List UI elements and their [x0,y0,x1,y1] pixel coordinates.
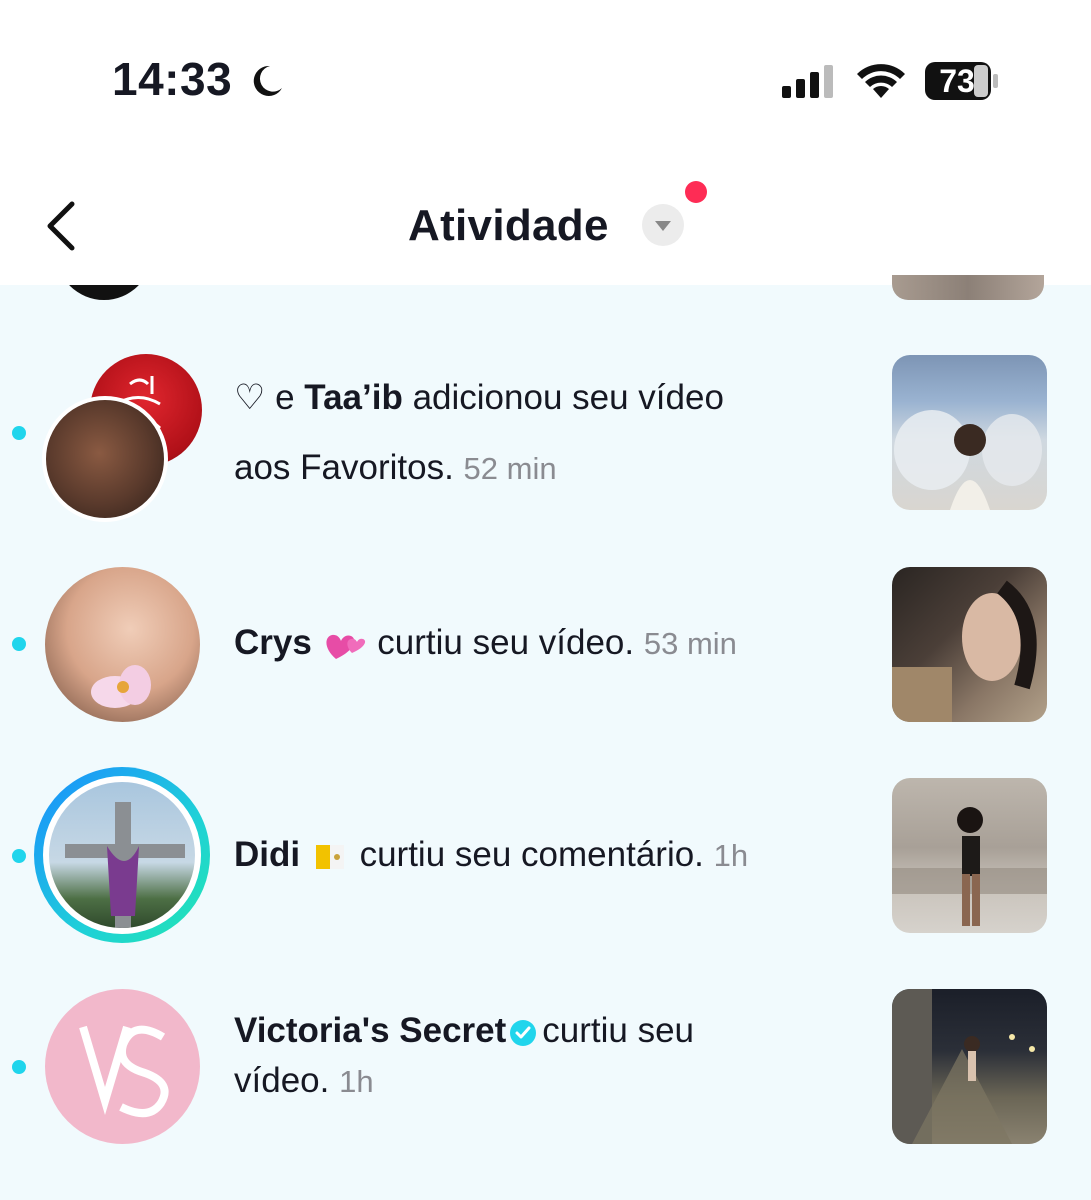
action-text: adicionou seu vídeo [402,378,724,417]
username[interactable]: Taa’ib [304,378,403,417]
moon-icon [253,65,282,96]
back-arrow-icon[interactable] [40,200,84,252]
status-time: 14:33 [112,53,233,105]
action-text: curtiu seu comentário. [359,835,704,874]
video-thumbnail[interactable] [892,567,1047,722]
action-text-cont: vídeo. [234,1061,330,1100]
timestamp: 53 min [643,626,737,661]
avatar[interactable] [42,396,168,522]
video-thumbnail[interactable] [892,778,1047,933]
verified-badge-icon [510,1019,537,1046]
notification-text: Crys curtiu seu vídeo. 53 min [234,608,737,679]
page-title: Atividade [408,201,609,250]
notification-text: Victoria's Secret curtiu seu vídeo. 1h [234,1006,694,1107]
battery-level: 73 [939,63,975,99]
avatar[interactable] [45,567,200,722]
signal-icon [782,65,833,98]
status-bar: 14:33 73 [0,0,1091,150]
unread-dot [12,426,26,440]
username[interactable]: Crys [234,623,312,662]
video-thumbnail-partial[interactable] [892,275,1044,300]
video-thumbnail[interactable] [892,355,1047,510]
action-text: curtiu seu [542,1011,695,1050]
video-thumbnail[interactable] [892,989,1047,1144]
thumbnail-figure [892,807,1047,926]
notification-text: ♡ e Taa’ib adicionou seu vídeo aos Favor… [234,363,724,504]
hearts-emoji-icon [325,634,365,659]
unread-dot [12,1060,26,1074]
notification-text: Didi curtiu seu comentário. 1h [234,820,748,891]
heart-prefix: ♡ e [234,378,305,417]
thumbnail-figure [892,989,1035,1144]
timestamp: 52 min [463,451,557,486]
thumbnail-figure [894,410,1042,510]
wifi-icon [857,64,905,98]
filter-dropdown-icon[interactable] [642,204,684,246]
unread-dot [12,849,26,863]
avatar[interactable] [45,989,200,1144]
vatican-flag-icon [315,844,344,869]
timestamp: 1h [713,838,749,873]
username[interactable]: Didi [234,835,300,874]
title-group[interactable]: Atividade [408,196,609,256]
cross-icon [65,802,185,928]
orchid-flower-icon [91,665,151,708]
action-text-cont: aos Favoritos. [234,448,454,487]
notification-dot [685,181,707,203]
thumbnail-figure [892,580,1037,722]
unread-dot [12,637,26,651]
vs-logo-icon [79,1025,169,1117]
username[interactable]: Victoria's Secret [234,1011,506,1050]
avatar [49,782,195,928]
timestamp: 1h [339,1064,374,1099]
avatar-story-ring[interactable] [34,767,210,943]
action-text: curtiu seu vídeo. [377,623,635,662]
